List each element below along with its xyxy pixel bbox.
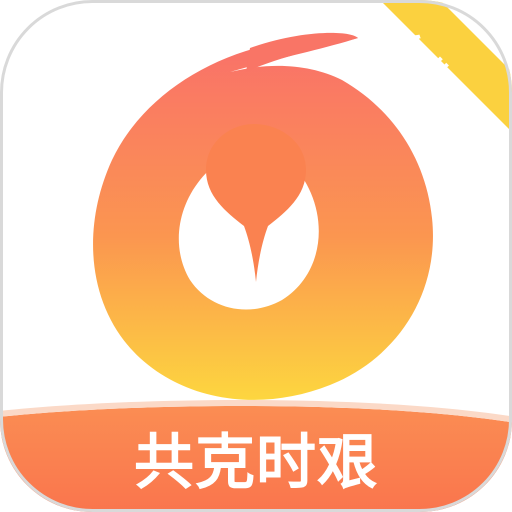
slogan-text: 共克时艰 (134, 427, 378, 498)
app-icon[interactable]: 企业 共克时艰 (0, 0, 512, 512)
